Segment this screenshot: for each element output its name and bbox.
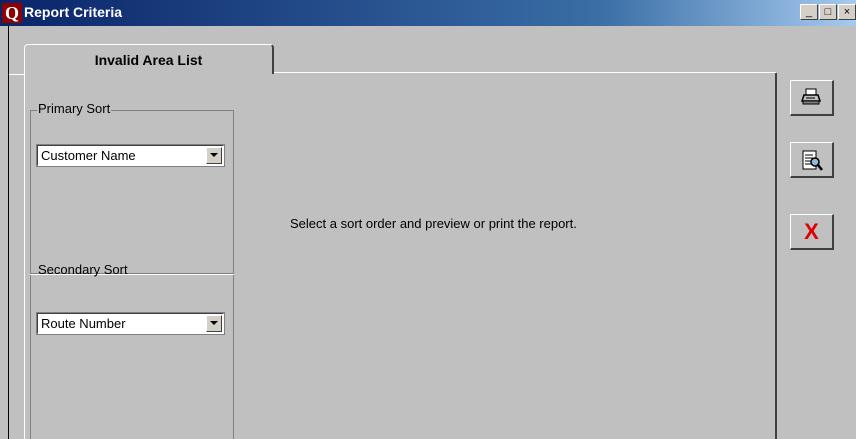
maximize-button[interactable]: □ [819,4,837,20]
printer-icon [791,87,832,112]
close-icon: X [804,219,819,244]
primary-sort-dropdown[interactable]: Customer Name [36,144,225,167]
tab-invalid-area-list[interactable]: Invalid Area List [24,44,274,74]
tab-label: Invalid Area List [94,52,203,68]
secondary-sort-label: Secondary Sort [38,262,128,277]
tab-strip-edge-left [9,74,24,75]
print-button[interactable] [790,80,834,116]
instruction-text: Select a sort order and preview or print… [290,216,577,231]
primary-sort-label: Primary Sort [37,101,112,116]
preview-icon [791,149,832,178]
app-icon: Q [2,3,22,23]
minimize-button[interactable]: _ [800,4,818,20]
chevron-down-icon[interactable] [206,147,222,164]
preview-button[interactable] [790,142,834,178]
secondary-sort-value: Route Number [41,316,126,331]
window-frame [0,26,9,439]
window-title: Report Criteria [24,4,123,20]
cancel-button[interactable]: X [790,214,834,250]
close-window-button[interactable]: × [838,4,856,20]
primary-sort-value: Customer Name [41,148,136,163]
chevron-down-icon[interactable] [206,315,222,332]
secondary-sort-dropdown[interactable]: Route Number [36,312,225,335]
title-bar: Q Report Criteria _ □ × [0,0,856,26]
